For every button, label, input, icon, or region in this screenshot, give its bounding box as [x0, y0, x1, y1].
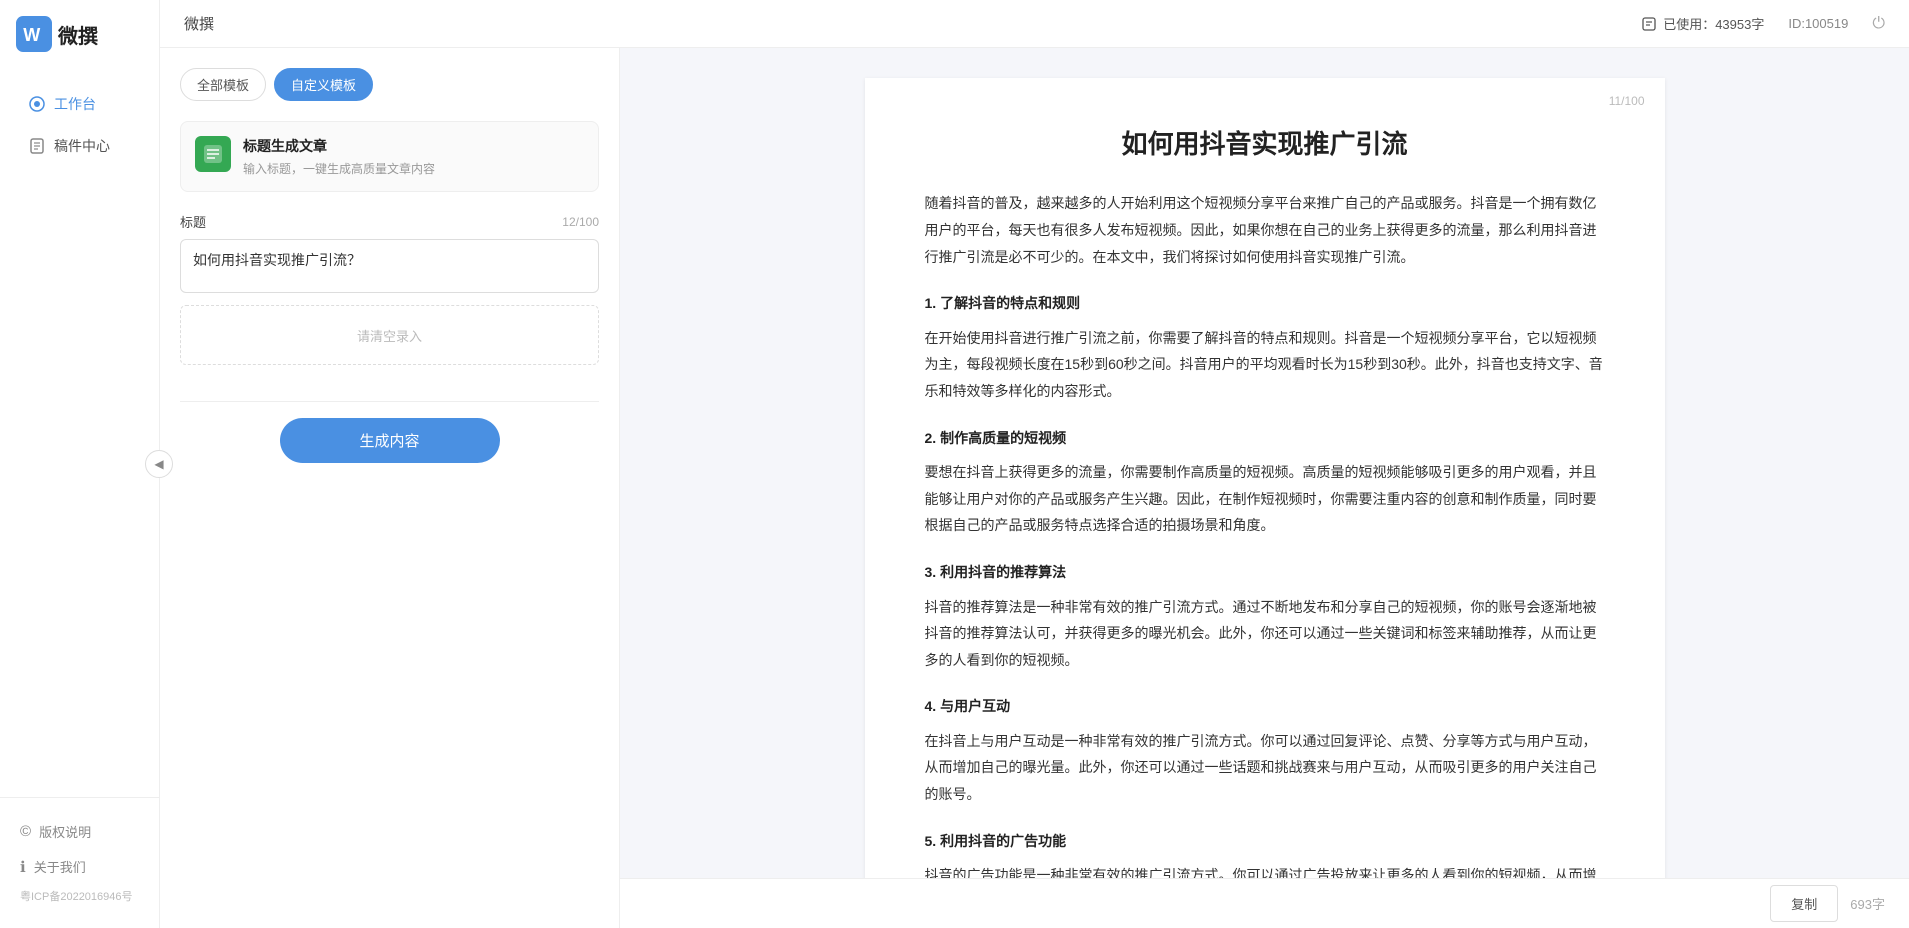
- drafts-icon: [28, 137, 46, 155]
- logo: W 微撰: [0, 0, 159, 72]
- icp-text: 粤ICP备2022016946号: [0, 884, 159, 912]
- form-title-count: 12/100: [562, 215, 599, 229]
- article-heading-1: 1. 了解抖音的特点和规则: [925, 290, 1605, 317]
- article-heading-2: 2. 制作高质量的短视频: [925, 425, 1605, 452]
- article-body: 随着抖音的普及，越来越多的人开始利用这个短视频分享平台来推广自己的产品或服务。抖…: [925, 190, 1605, 878]
- article-title: 如何用抖音实现推广引流: [925, 126, 1605, 162]
- form-placeholder-area[interactable]: 请清空录入: [180, 305, 599, 365]
- topbar: 微撰 已使用：43953字 ID:100519 ⏻: [160, 0, 1909, 48]
- article-heading-5: 5. 利用抖音的广告功能: [925, 828, 1605, 855]
- info-icon: ℹ: [20, 858, 26, 876]
- usage-icon: [1641, 16, 1657, 32]
- title-input[interactable]: 如何用抖音实现推广引流？: [180, 239, 599, 293]
- article-heading-3: 3. 利用抖音的推荐算法: [925, 559, 1605, 586]
- content-area: 全部模板 自定义模板 标题生成文章 输入标题，一键生成高质量文章内容 标题 12…: [160, 48, 1909, 928]
- word-count: 693字: [1850, 894, 1885, 913]
- main: 微撰 已使用：43953字 ID:100519 ⏻ 全部模板 自定义模板: [160, 0, 1909, 928]
- left-panel: 全部模板 自定义模板 标题生成文章 输入标题，一键生成高质量文章内容 标题 12…: [160, 48, 620, 928]
- sidebar-item-workbench[interactable]: 工作台: [8, 84, 151, 124]
- workbench-icon: [28, 95, 46, 113]
- article-para-5: 抖音的广告功能是一种非常有效的推广引流方式。你可以通过广告投放来让更多的人看到你…: [925, 862, 1605, 878]
- sidebar-item-drafts-label: 稿件中心: [54, 136, 110, 156]
- topbar-usage: 已使用：43953字: [1641, 14, 1764, 33]
- template-tabs: 全部模板 自定义模板: [180, 68, 599, 101]
- sidebar-item-drafts[interactable]: 稿件中心: [8, 126, 151, 166]
- sidebar: W 微撰 工作台 稿件中心 © 版权说明 ℹ 关于我们 粤ICP备2022016…: [0, 0, 160, 928]
- article-para-3: 抖音的推荐算法是一种非常有效的推广引流方式。通过不断地发布和分享自己的短视频，你…: [925, 594, 1605, 674]
- copyright-icon: ©: [20, 823, 31, 840]
- collapse-sidebar-button[interactable]: ◀: [145, 450, 173, 478]
- footer-copyright-label: 版权说明: [39, 822, 91, 841]
- footer-about-label: 关于我们: [34, 857, 86, 876]
- template-name: 标题生成文章: [243, 136, 435, 156]
- footer-copyright[interactable]: © 版权说明: [0, 814, 159, 849]
- article-para-4: 在抖音上与用户互动是一种非常有效的推广引流方式。你可以通过回复评论、点赞、分享等…: [925, 728, 1605, 808]
- template-card[interactable]: 标题生成文章 输入标题，一键生成高质量文章内容: [180, 121, 599, 192]
- logo-text: 微撰: [58, 20, 98, 49]
- right-panel: 11/100 如何用抖音实现推广引流 随着抖音的普及，越来越多的人开始利用这个短…: [620, 48, 1909, 928]
- topbar-id: ID:100519: [1788, 16, 1848, 31]
- form-title-label: 标题 12/100: [180, 212, 599, 231]
- topbar-right: 已使用：43953字 ID:100519 ⏻: [1641, 14, 1885, 33]
- article-para-2: 要想在抖音上获得更多的流量，你需要制作高质量的短视频。高质量的短视频能够吸引更多…: [925, 459, 1605, 539]
- tab-all-templates[interactable]: 全部模板: [180, 68, 266, 101]
- article-para-intro: 随着抖音的普及，越来越多的人开始利用这个短视频分享平台来推广自己的产品或服务。抖…: [925, 190, 1605, 270]
- svg-text:W: W: [23, 25, 40, 45]
- sidebar-footer: © 版权说明 ℹ 关于我们 粤ICP备2022016946号: [0, 797, 159, 928]
- sidebar-nav: 工作台 稿件中心: [0, 72, 159, 797]
- copy-button[interactable]: 复制: [1770, 885, 1838, 922]
- usage-text: 已使用：43953字: [1663, 14, 1764, 33]
- template-desc: 输入标题，一键生成高质量文章内容: [243, 160, 435, 177]
- template-info: 标题生成文章 输入标题，一键生成高质量文章内容: [243, 136, 435, 177]
- power-button[interactable]: ⏻: [1872, 15, 1885, 33]
- divider: [180, 401, 599, 402]
- generate-button[interactable]: 生成内容: [280, 418, 500, 463]
- article-footer: 复制 693字: [620, 878, 1909, 928]
- article-container[interactable]: 11/100 如何用抖音实现推广引流 随着抖音的普及，越来越多的人开始利用这个短…: [620, 48, 1909, 878]
- template-card-icon: [195, 136, 231, 172]
- page-indicator: 11/100: [1609, 94, 1645, 108]
- article-para-1: 在开始使用抖音进行推广引流之前，你需要了解抖音的特点和规则。抖音是一个短视频分享…: [925, 325, 1605, 405]
- article-heading-4: 4. 与用户互动: [925, 693, 1605, 720]
- article-paper: 11/100 如何用抖音实现推广引流 随着抖音的普及，越来越多的人开始利用这个短…: [865, 78, 1665, 878]
- logo-icon: W: [16, 16, 52, 52]
- topbar-title: 微撰: [184, 13, 214, 34]
- tab-custom-templates[interactable]: 自定义模板: [274, 68, 373, 101]
- sidebar-item-workbench-label: 工作台: [54, 94, 96, 114]
- footer-about[interactable]: ℹ 关于我们: [0, 849, 159, 884]
